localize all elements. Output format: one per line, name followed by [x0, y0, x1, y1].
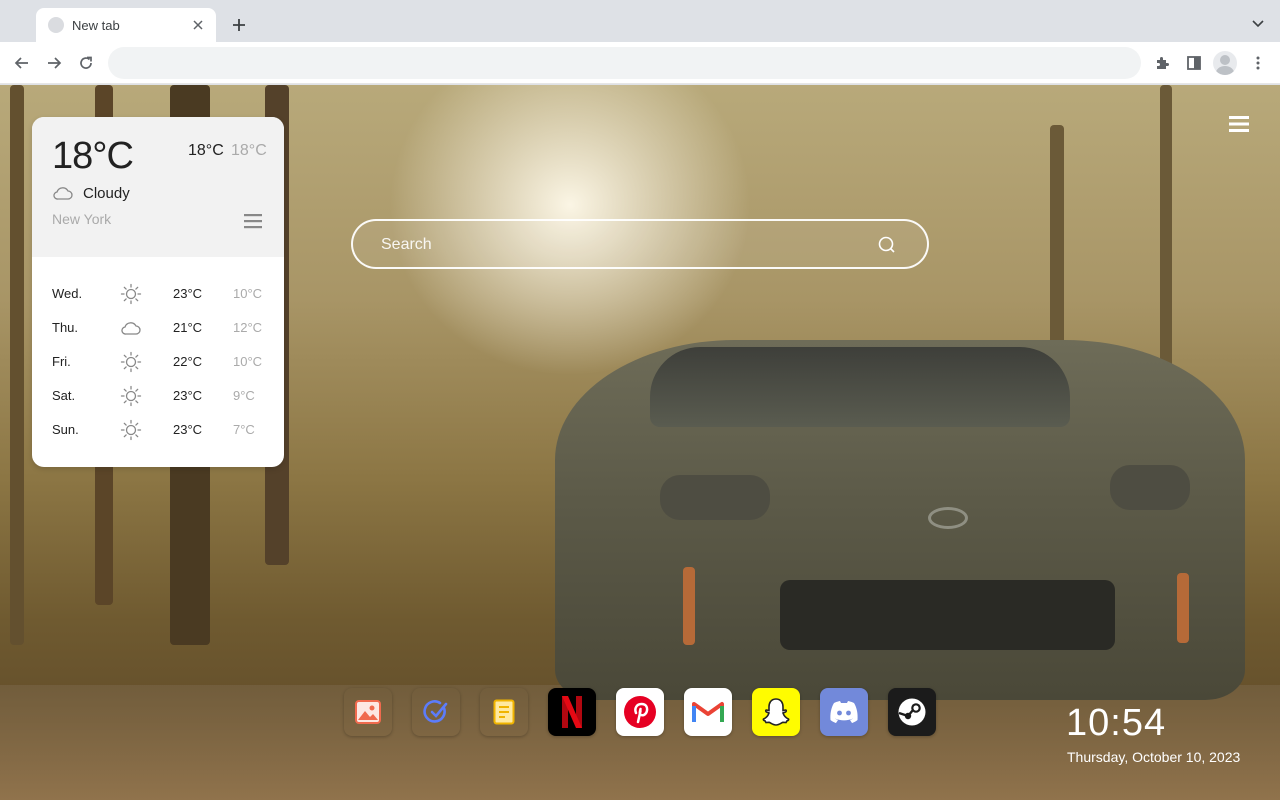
- low-temperature: 18°C: [231, 142, 267, 159]
- pinterest-icon: [624, 696, 656, 728]
- tab-new-tab[interactable]: New tab: [36, 8, 216, 42]
- netflix-shortcut[interactable]: [548, 688, 596, 736]
- cloud-icon: [53, 187, 73, 200]
- forecast-high: 23°C: [173, 286, 203, 301]
- cloud-icon: [120, 317, 142, 339]
- pinterest-shortcut[interactable]: [616, 688, 664, 736]
- steam-shortcut[interactable]: [888, 688, 936, 736]
- high-temperature: 18°C: [188, 142, 224, 159]
- clock-date: Thursday, October 10, 2023: [1067, 749, 1241, 765]
- menu-icon[interactable]: [243, 213, 263, 229]
- forecast-day: Sun.: [52, 422, 79, 437]
- forecast-low: 10°C: [233, 286, 263, 301]
- tab-title: New tab: [72, 17, 120, 33]
- forward-button[interactable]: [42, 51, 66, 75]
- sun-icon: [120, 385, 142, 407]
- profile-button[interactable]: [1213, 51, 1237, 75]
- forecast-low: 9°C: [233, 388, 255, 403]
- forecast-low: 12°C: [233, 320, 263, 335]
- back-button[interactable]: [10, 51, 34, 75]
- forecast-row: Fri. 22°C 10°C: [32, 345, 284, 379]
- forecast-day: Fri.: [52, 354, 71, 369]
- reload-button[interactable]: [74, 51, 98, 75]
- forecast-day: Wed.: [52, 286, 83, 301]
- avatar: [1213, 51, 1237, 75]
- sun-icon: [120, 419, 142, 441]
- close-icon[interactable]: [190, 17, 206, 33]
- sun-icon: [120, 351, 142, 373]
- forecast-high: 21°C: [173, 320, 203, 335]
- new-tab-button[interactable]: [228, 14, 250, 36]
- sun-icon: [120, 283, 142, 305]
- tasks-shortcut[interactable]: [412, 688, 460, 736]
- discord-icon: [830, 701, 858, 723]
- new-tab-page: 18°C 18°C 18°C Cloudy New York Wed. 23°C 1…: [0, 85, 1280, 800]
- weather-current: 18°C 18°C 18°C Cloudy New York: [32, 117, 284, 257]
- forecast-high: 23°C: [173, 388, 203, 403]
- forecast-low: 10°C: [233, 354, 263, 369]
- gmail-shortcut[interactable]: [684, 688, 732, 736]
- search-icon[interactable]: [877, 235, 897, 255]
- side-panel-icon[interactable]: [1182, 51, 1206, 75]
- gallery-shortcut[interactable]: [344, 688, 392, 736]
- image-icon: [355, 700, 381, 724]
- weather-condition: Cloudy: [83, 185, 130, 202]
- weather-widget[interactable]: 18°C 18°C 18°C Cloudy New York Wed. 23°C 1…: [32, 117, 284, 467]
- search-input[interactable]: [381, 233, 861, 257]
- netflix-icon: [562, 696, 582, 728]
- notes-shortcut[interactable]: [480, 688, 528, 736]
- weather-city: New York: [52, 211, 112, 227]
- clock-time: 10:54: [1066, 702, 1167, 744]
- forecast-high: 23°C: [173, 422, 203, 437]
- forecast-high: 22°C: [173, 354, 203, 369]
- menu-icon[interactable]: [1229, 115, 1249, 133]
- search-bar[interactable]: [351, 219, 929, 269]
- browser-toolbar: [0, 42, 1280, 84]
- tab-favicon-icon: [48, 17, 64, 33]
- address-bar[interactable]: [108, 47, 1141, 79]
- tab-strip: New tab: [0, 0, 1280, 42]
- current-temperature: 18°C: [52, 135, 134, 177]
- check-icon: [423, 700, 448, 723]
- discord-shortcut[interactable]: [820, 688, 868, 736]
- forecast-row: Sun. 23°C 7°C: [32, 413, 284, 447]
- forecast-day: Sat.: [52, 388, 76, 403]
- snapchat-icon: [762, 698, 790, 726]
- forecast-row: Wed. 23°C 10°C: [32, 277, 284, 311]
- gmail-icon: [692, 702, 724, 722]
- chevron-down-icon[interactable]: [1248, 14, 1268, 34]
- forecast-day: Thu.: [52, 320, 79, 335]
- more-menu-icon[interactable]: [1246, 51, 1270, 75]
- extensions-icon[interactable]: [1150, 51, 1174, 75]
- forecast-row: Sat. 23°C 9°C: [32, 379, 284, 413]
- snapchat-shortcut[interactable]: [752, 688, 800, 736]
- forecast-row: Thu. 21°C 12°C: [32, 311, 284, 345]
- note-icon: [493, 699, 515, 725]
- steam-icon: [898, 698, 926, 726]
- forecast-low: 7°C: [233, 422, 255, 437]
